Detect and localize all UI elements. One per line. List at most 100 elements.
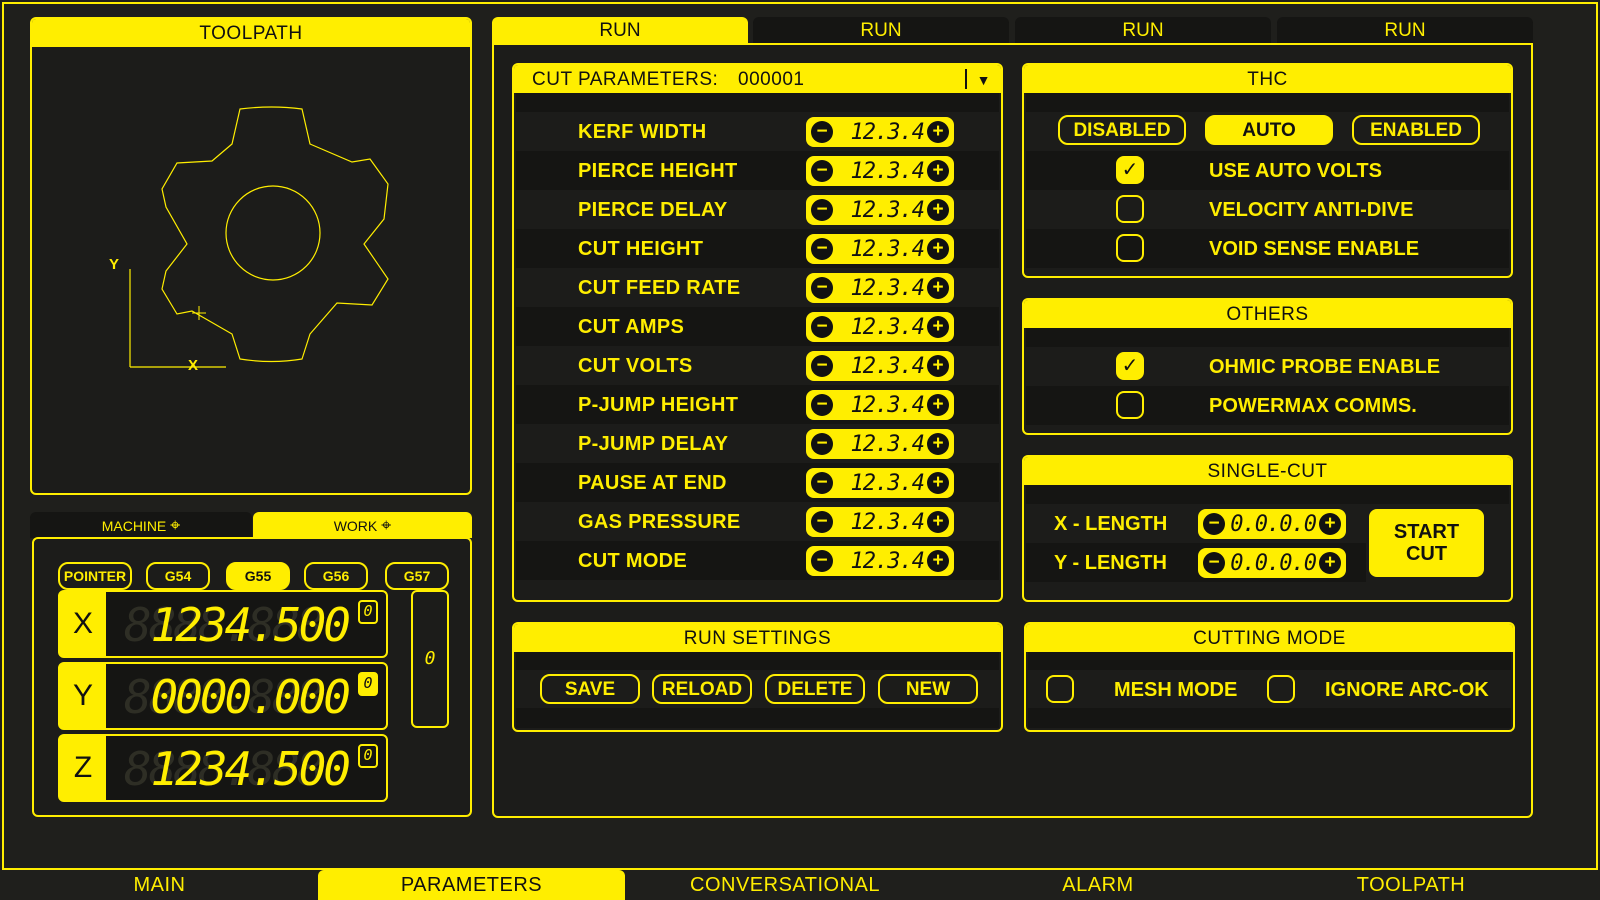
param-value[interactable]: 12.3.4 <box>836 117 925 148</box>
dro-y[interactable]: Y 8888.888 0000.000 0 <box>58 662 388 730</box>
tab-run-4[interactable]: RUN <box>1277 17 1533 44</box>
plus-icon[interactable]: + <box>927 394 949 416</box>
bottom-tab-conversational[interactable]: CONVERSATIONAL <box>630 870 940 900</box>
thc-disabled-button[interactable]: DISABLED <box>1058 115 1186 145</box>
param-value[interactable]: 12.3.4 <box>836 468 925 499</box>
checkbox-checked[interactable]: ✓ <box>1116 352 1144 380</box>
tab-machine[interactable]: MACHINE ⌖ <box>30 512 252 538</box>
offset-g57-button[interactable]: G57 <box>385 562 449 590</box>
dro-mini-indicator[interactable]: 0 <box>358 600 378 624</box>
new-button[interactable]: NEW <box>878 674 978 704</box>
dro-axis-label: X <box>60 592 106 656</box>
minus-icon[interactable]: − <box>811 277 833 299</box>
thc-auto-button[interactable]: AUTO <box>1205 115 1333 145</box>
offset-g56-button[interactable]: G56 <box>304 562 368 590</box>
save-button[interactable]: SAVE <box>540 674 640 704</box>
thc-option-row: VOID SENSE ENABLE <box>1026 229 1509 268</box>
reload-button[interactable]: RELOAD <box>652 674 752 704</box>
minus-icon[interactable]: − <box>811 394 833 416</box>
dro-z[interactable]: Z 8888.888 1234.500 0 <box>58 734 388 802</box>
delete-button[interactable]: DELETE <box>765 674 865 704</box>
checkbox[interactable] <box>1116 195 1144 223</box>
param-value[interactable]: 12.3.4 <box>836 156 925 187</box>
toolpath-preview[interactable] <box>32 49 470 493</box>
param-label: PIERCE HEIGHT <box>578 160 738 182</box>
toolpath-panel: TOOLPATH Y X <box>30 17 472 495</box>
thc-enabled-button[interactable]: ENABLED <box>1352 115 1480 145</box>
minus-icon[interactable]: − <box>811 550 833 572</box>
plus-icon[interactable]: + <box>927 433 949 455</box>
plus-icon[interactable]: + <box>927 550 949 572</box>
chevron-down-icon[interactable]: ▼ <box>977 65 991 95</box>
dro-axis-label: Z <box>60 736 106 800</box>
cutting-mode-panel: CUTTING MODE MESH MODE IGNORE ARC-OK <box>1024 622 1515 732</box>
param-value[interactable]: 12.3.4 <box>836 507 925 538</box>
mesh-mode-checkbox[interactable] <box>1046 675 1074 703</box>
minus-icon[interactable]: − <box>811 316 833 338</box>
param-value[interactable]: 12.3.4 <box>836 312 925 343</box>
thc-title: THC <box>1024 65 1511 93</box>
offset-pointer-button[interactable]: POINTER <box>58 562 132 590</box>
cutting-mode-title: CUTTING MODE <box>1026 624 1513 652</box>
thc-option-row: VELOCITY ANTI-DIVE <box>1026 190 1509 229</box>
dro-mini-indicator[interactable]: 0 <box>358 744 378 768</box>
param-value[interactable]: 12.3.4 <box>836 546 925 577</box>
minus-icon[interactable]: − <box>811 472 833 494</box>
offset-g54-button[interactable]: G54 <box>146 562 210 590</box>
plus-icon[interactable]: + <box>927 355 949 377</box>
mesh-mode-label: MESH MODE <box>1114 679 1238 701</box>
dro-mini-indicator[interactable]: 0 <box>358 672 378 696</box>
plus-icon[interactable]: + <box>927 472 949 494</box>
crosshair-icon: ⌖ <box>170 515 181 535</box>
y-length-spinner: −0.0.0.0 + <box>1198 548 1346 578</box>
dro-x[interactable]: X 8888.888 1234.500 0 <box>58 590 388 658</box>
minus-icon[interactable]: − <box>1203 552 1225 574</box>
plus-icon[interactable]: + <box>1319 552 1341 574</box>
param-value[interactable]: 12.3.4 <box>836 234 925 265</box>
bottom-tab-alarm[interactable]: ALARM <box>943 870 1253 900</box>
axis-y-label: Y <box>109 256 120 273</box>
thc-spacer <box>1026 93 1509 112</box>
minus-icon[interactable]: − <box>811 238 833 260</box>
plus-icon[interactable]: + <box>1319 513 1341 535</box>
offset-g55-button[interactable]: G55 <box>226 562 290 590</box>
minus-icon[interactable]: − <box>811 433 833 455</box>
minus-icon[interactable]: − <box>811 160 833 182</box>
tab-run-3[interactable]: RUN <box>1015 17 1271 44</box>
checkbox[interactable] <box>1116 391 1144 419</box>
bottom-tab-main[interactable]: MAIN <box>2 870 317 900</box>
checkbox-checked[interactable]: ✓ <box>1116 156 1144 184</box>
cut-parameters-header[interactable]: CUT PARAMETERS: 000001 ▼ <box>514 65 1001 93</box>
checkbox[interactable] <box>1116 234 1144 262</box>
plus-icon[interactable]: + <box>927 277 949 299</box>
x-length-label: X - LENGTH <box>1054 513 1168 535</box>
param-value[interactable]: 12.3.4 <box>836 351 925 382</box>
start-cut-button[interactable]: START CUT <box>1369 509 1484 577</box>
param-value[interactable]: 12.3.4 <box>836 429 925 460</box>
minus-icon[interactable]: − <box>811 121 833 143</box>
minus-icon[interactable]: − <box>811 199 833 221</box>
minus-icon[interactable]: − <box>1203 513 1225 535</box>
bottom-tab-toolpath[interactable]: TOOLPATH <box>1256 870 1566 900</box>
minus-icon[interactable]: − <box>811 511 833 533</box>
plus-icon[interactable]: + <box>927 316 949 338</box>
minus-icon[interactable]: − <box>811 355 833 377</box>
plus-icon[interactable]: + <box>927 199 949 221</box>
y-length-value[interactable]: 0.0.0.0 <box>1228 548 1317 579</box>
param-value[interactable]: 12.3.4 <box>836 195 925 226</box>
tab-run-2[interactable]: RUN <box>753 17 1009 44</box>
plus-icon[interactable]: + <box>927 511 949 533</box>
cut-parameters-panel: CUT PARAMETERS: 000001 ▼ KERF WIDTH −12.… <box>512 63 1003 602</box>
param-value[interactable]: 12.3.4 <box>836 390 925 421</box>
plus-icon[interactable]: + <box>927 160 949 182</box>
plus-icon[interactable]: + <box>927 121 949 143</box>
param-value[interactable]: 12.3.4 <box>836 273 925 304</box>
plus-icon[interactable]: + <box>927 238 949 260</box>
bottom-tab-parameters[interactable]: PARAMETERS <box>318 870 625 900</box>
x-length-value[interactable]: 0.0.0.0 <box>1228 509 1317 540</box>
dro-side-display[interactable]: 0 <box>411 590 449 728</box>
ignore-arc-ok-checkbox[interactable] <box>1267 675 1295 703</box>
tab-run-1[interactable]: RUN <box>492 17 748 44</box>
param-label: CUT MODE <box>578 550 688 572</box>
tab-work[interactable]: WORK ⌖ <box>253 512 472 538</box>
